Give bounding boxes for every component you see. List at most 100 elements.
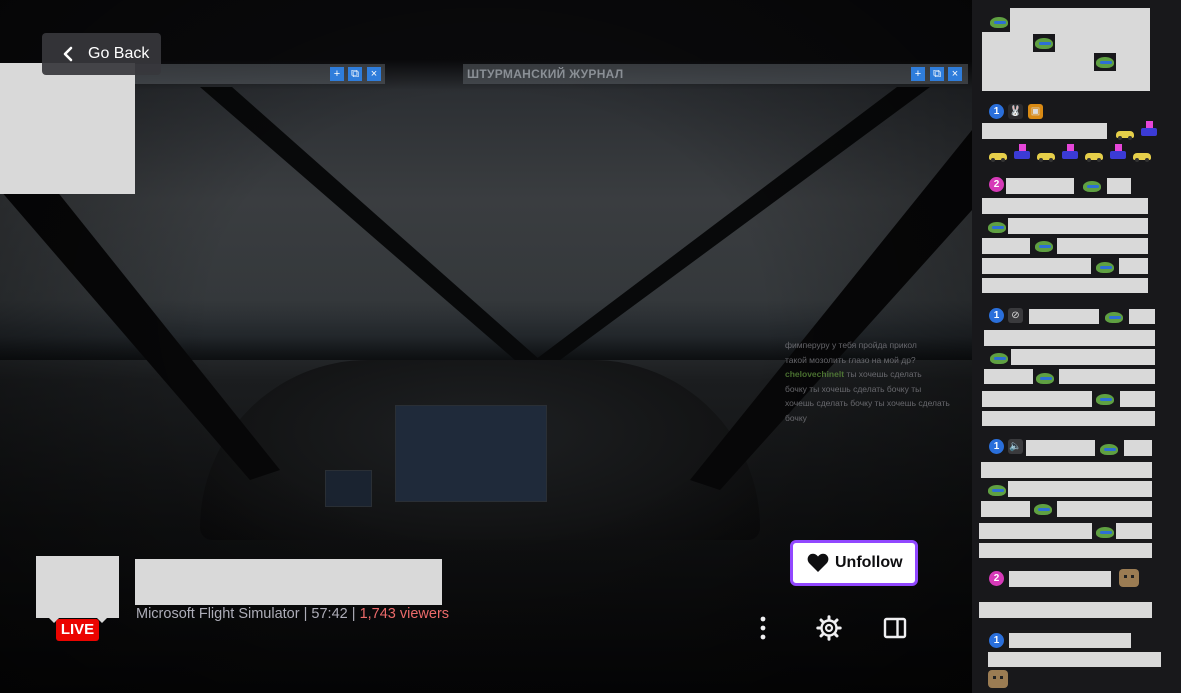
chat-username-redacted <box>1026 440 1095 456</box>
chat-message-redacted <box>1059 369 1155 384</box>
eye-slash-icon: ⊘ <box>1008 308 1023 323</box>
bunny-badge-icon: 🐰 <box>1008 104 1023 119</box>
overlay-chat-line: chelovechinelt ты хочешь сделать <box>785 369 922 379</box>
frog-emote-icon <box>986 218 1008 236</box>
tank-emote-icon <box>1139 120 1159 138</box>
chat-message-redacted <box>982 278 1148 293</box>
chat-message-redacted <box>1116 523 1152 539</box>
more-vertical-icon <box>760 616 766 640</box>
overlay-chat-line: фимперуру у тебя пройда прикол <box>785 340 917 350</box>
overlay-chat-line: такой мозолить глазо на мой др? <box>785 354 916 365</box>
chat-message-redacted <box>1010 8 1150 32</box>
heart-icon <box>807 553 829 572</box>
unfollow-button[interactable]: Unfollow <box>790 540 918 586</box>
gift-badge-icon: ▣ <box>1028 104 1043 119</box>
frog-emote-icon <box>1034 369 1056 387</box>
car-emote-icon <box>988 148 1008 162</box>
chat-username-redacted <box>1009 571 1111 587</box>
plus-icon[interactable]: + <box>911 67 925 81</box>
overlay-chat-line: хочешь сделать бочку ты хочешь сделать <box>785 398 950 408</box>
chat-message-redacted <box>979 543 1152 558</box>
chat-message-redacted <box>1008 481 1152 497</box>
tank-emote-icon <box>1108 143 1128 161</box>
subscriber-badge: 1 <box>989 308 1004 323</box>
journal-title: ШТУРМАНСКИЙ ЖУРНАЛ <box>467 67 624 81</box>
chevron-left-icon <box>63 46 73 62</box>
chat-message-redacted <box>981 501 1030 517</box>
category-link[interactable]: Microsoft Flight Simulator <box>136 606 300 622</box>
tank-emote-icon <box>1012 143 1032 161</box>
popout-icon[interactable]: ⧉ <box>348 67 362 81</box>
chat-message-redacted <box>1011 349 1155 365</box>
car-emote-icon <box>1084 148 1104 162</box>
frog-emote-icon <box>988 349 1010 367</box>
car-emote-icon <box>1132 148 1152 162</box>
subscriber-badge: 1 <box>989 633 1004 648</box>
car-emote-icon <box>1115 126 1135 140</box>
chat-message-redacted <box>1124 440 1152 456</box>
popout-icon[interactable]: ⧉ <box>930 67 944 81</box>
frog-emote-icon <box>1094 390 1116 408</box>
uptime: 57:42 <box>311 606 348 622</box>
subscriber-badge: 2 <box>989 177 1004 192</box>
more-options-button[interactable] <box>749 614 777 642</box>
chat-message-redacted <box>979 523 1092 539</box>
chat-message-redacted <box>1119 258 1148 274</box>
overlay-chat: фимперуру у тебя пройда прикол такой моз… <box>785 338 971 425</box>
chat-message-redacted <box>982 123 1107 139</box>
plus-icon[interactable]: + <box>330 67 344 81</box>
avatar[interactable] <box>36 556 119 618</box>
chat-message-redacted <box>982 198 1148 214</box>
go-back-button[interactable]: Go Back <box>42 33 161 75</box>
chat-message-redacted <box>982 238 1030 254</box>
overlay-chat-line: бочку <box>785 412 807 423</box>
dog-emote-icon <box>988 670 1008 688</box>
chat-message-redacted <box>1120 391 1155 407</box>
frog-emote-icon <box>1081 177 1103 195</box>
unfollow-label: Unfollow <box>835 554 903 571</box>
chat-message-redacted <box>982 391 1092 407</box>
frog-emote-icon <box>1094 53 1116 71</box>
chat-panel: 1 🐰 ▣ 2 1 ⊘ 1 🔈 2 1 <box>972 0 1181 693</box>
subscriber-badge: 1 <box>989 439 1004 454</box>
gear-icon <box>816 615 842 641</box>
overlay-chat-line: бочку ты хочешь сделать бочку ты <box>785 383 922 394</box>
dog-emote-icon <box>1119 569 1139 587</box>
chat-message-redacted <box>982 32 1150 91</box>
chat-message-redacted <box>979 602 1152 618</box>
frog-emote-icon <box>988 13 1010 31</box>
chat-username-redacted <box>1009 633 1131 648</box>
chat-message-redacted <box>984 330 1155 346</box>
subscriber-badge: 2 <box>989 571 1004 586</box>
tank-emote-icon <box>1060 143 1080 161</box>
frog-emote-icon <box>1103 308 1125 326</box>
settings-button[interactable] <box>815 614 843 642</box>
close-icon[interactable]: × <box>948 67 962 81</box>
frog-emote-icon <box>1033 34 1055 52</box>
live-badge: LIVE <box>56 619 99 641</box>
theatre-mode-icon <box>883 617 907 639</box>
mute-icon: 🔈 <box>1008 439 1023 454</box>
car-emote-icon <box>1036 148 1056 162</box>
viewer-count: 1,743 viewers <box>359 606 450 622</box>
theatre-mode-button[interactable] <box>881 614 909 642</box>
frog-emote-icon <box>1094 523 1116 541</box>
overlay-widget-bar-left <box>130 64 385 84</box>
chat-message-redacted <box>1057 501 1152 517</box>
go-back-label: Go Back <box>88 45 150 62</box>
separator: | <box>303 606 308 622</box>
webcam-redacted <box>0 63 135 194</box>
chat-message-redacted <box>982 411 1155 426</box>
frog-emote-icon <box>1033 237 1055 255</box>
separator: | <box>351 606 356 622</box>
chat-username-redacted <box>1006 178 1074 194</box>
chat-message-redacted <box>981 462 1152 478</box>
frog-emote-icon <box>1094 258 1116 276</box>
frog-emote-icon <box>986 481 1008 499</box>
chat-message-redacted <box>982 258 1091 274</box>
close-icon[interactable]: × <box>367 67 381 81</box>
chat-message-redacted <box>1008 218 1148 234</box>
frog-emote-icon <box>1098 440 1120 458</box>
chat-message-redacted <box>988 652 1161 667</box>
chat-message-redacted <box>1129 309 1155 324</box>
